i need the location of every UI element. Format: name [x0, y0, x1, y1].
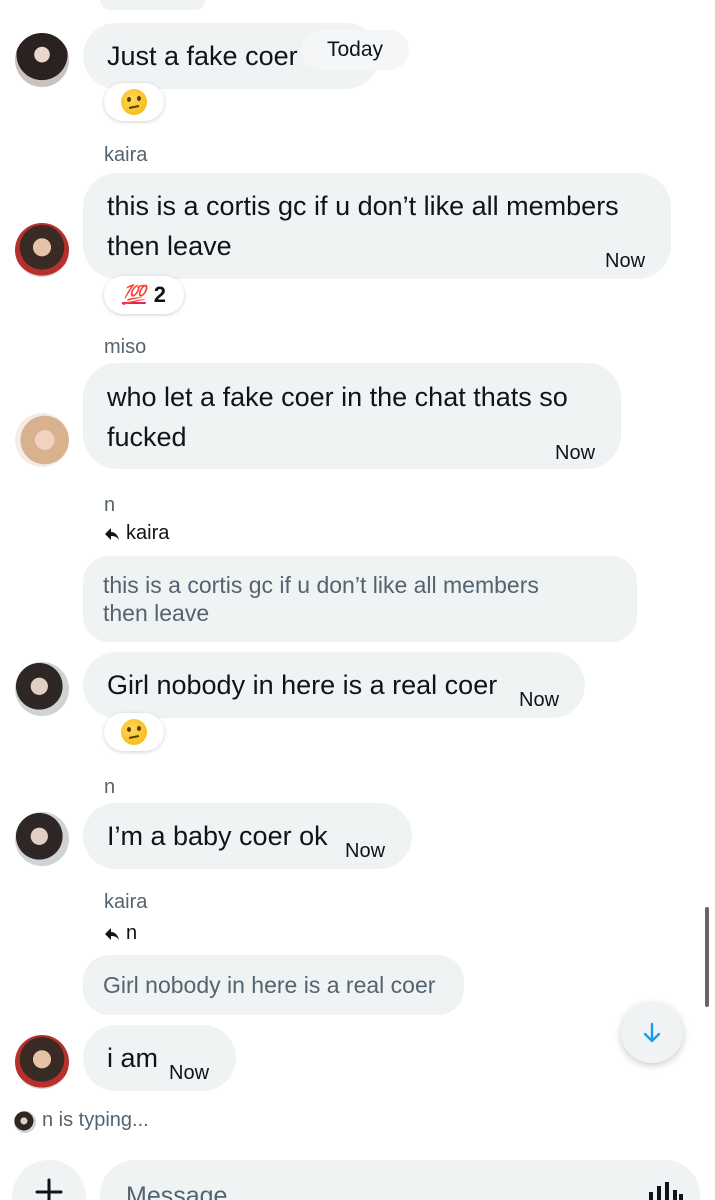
reply-to-name: kaira	[126, 522, 170, 544]
reply-indicator: kaira	[104, 522, 169, 545]
reaction-chip-1[interactable]	[104, 83, 164, 121]
quoted-text-line-2: then leave	[103, 600, 210, 626]
timestamp: Now	[605, 250, 646, 272]
typing-avatar	[14, 1111, 36, 1133]
message-text-line-2: then leave	[107, 231, 232, 261]
avatar-n[interactable]	[15, 812, 69, 866]
message-text-line-1: this is a cortis gc if u don’t like all …	[107, 191, 619, 221]
message-input-placeholder: Message	[126, 1182, 228, 1200]
scroll-to-bottom-button[interactable]	[621, 1003, 683, 1063]
reaction-count: 2	[153, 282, 166, 307]
voice-waveform-icon[interactable]	[648, 1182, 684, 1200]
timestamp: Now	[169, 1062, 210, 1084]
typing-indicator-text: n is typing...	[42, 1109, 149, 1131]
reaction-chip-4[interactable]	[104, 713, 164, 751]
message-bubble-4[interactable]: Girl nobody in here is a real coer Now	[83, 652, 585, 718]
timestamp: Now	[345, 840, 386, 862]
reaction-chip-2[interactable]: 💯 2	[104, 276, 184, 314]
message-text-line-1: who let a fake coer in the chat thats so	[107, 382, 568, 412]
avatar-kaira[interactable]	[15, 223, 69, 277]
message-bubble-5[interactable]: I’m a baby coer ok Now	[83, 803, 412, 869]
avatar-n[interactable]	[15, 662, 69, 716]
message-text: I’m a baby coer ok	[107, 821, 328, 851]
message-input[interactable]: Message	[100, 1160, 700, 1200]
sender-name: n	[104, 776, 116, 798]
quoted-message-1[interactable]: this is a cortis gc if u don’t like all …	[83, 556, 637, 642]
sender-name: kaira	[104, 891, 148, 913]
previous-bubble-edge	[100, 0, 205, 10]
arrow-down-icon	[643, 1022, 661, 1043]
sender-name: n	[104, 494, 116, 516]
timestamp: Now	[519, 689, 560, 711]
message-bubble-3[interactable]: who let a fake coer in the chat thats so…	[83, 363, 621, 469]
date-chip-label: Today	[326, 38, 384, 61]
timestamp: Now	[555, 442, 596, 464]
thinking-face-icon	[121, 719, 147, 745]
reply-indicator: n	[104, 922, 137, 945]
add-media-button[interactable]	[12, 1160, 86, 1200]
message-bubble-2[interactable]: this is a cortis gc if u don’t like all …	[83, 173, 671, 279]
avatar-kaira[interactable]	[15, 1035, 69, 1089]
quoted-text-line-1: this is a cortis gc if u don’t like all …	[103, 572, 539, 598]
reply-arrow-icon	[105, 527, 119, 540]
message-text: Just a fake coer	[107, 41, 298, 71]
reply-to-name: n	[126, 922, 138, 944]
avatar-sender-1[interactable]	[15, 33, 69, 87]
quoted-message-2[interactable]: Girl nobody in here is a real coer	[83, 955, 464, 1015]
reply-arrow-icon	[105, 927, 119, 940]
sender-name: miso	[104, 336, 147, 358]
hundred-points-icon: 💯	[122, 285, 146, 306]
plus-icon	[35, 1178, 63, 1200]
quoted-text: Girl nobody in here is a real coer	[103, 972, 436, 998]
message-text-line-2: fucked	[107, 422, 187, 452]
scrollbar-thumb[interactable]	[705, 907, 709, 1007]
message-bubble-6[interactable]: i am Now	[83, 1025, 236, 1091]
thinking-face-icon	[121, 89, 147, 115]
date-chip: Today	[301, 30, 409, 70]
sender-name: kaira	[104, 144, 148, 166]
message-text: i am	[107, 1043, 159, 1073]
avatar-miso[interactable]	[15, 413, 69, 467]
message-text: Girl nobody in here is a real coer	[107, 670, 498, 700]
